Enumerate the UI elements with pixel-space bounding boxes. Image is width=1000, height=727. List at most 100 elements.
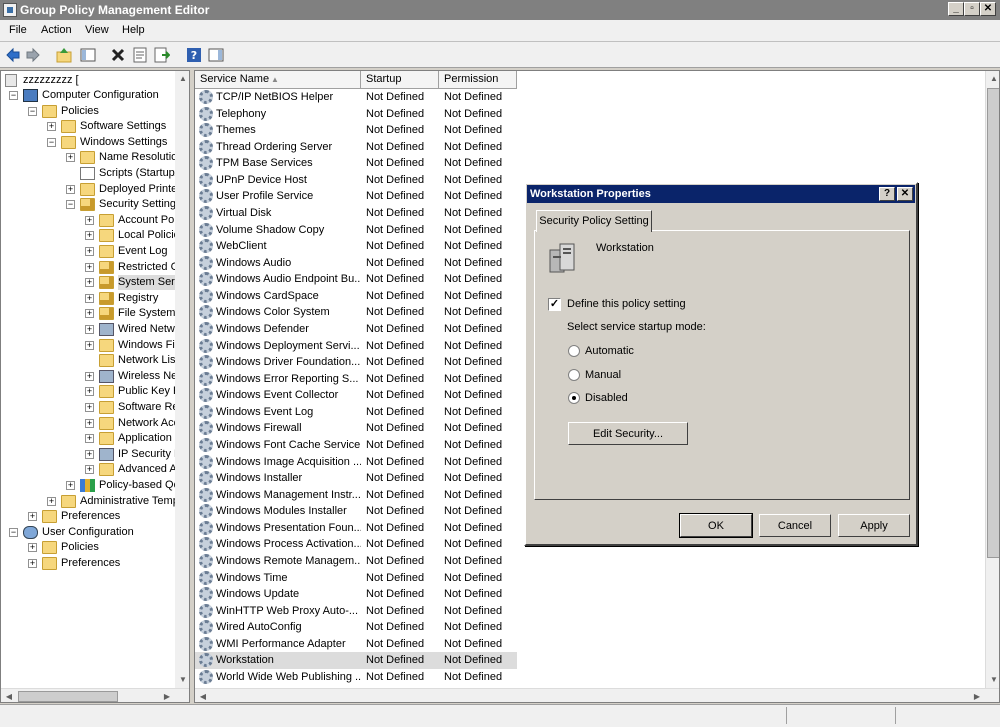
list-scroll-up-icon[interactable]: ▲	[986, 71, 999, 87]
service-row[interactable]: Windows Deployment Servi... Not Defined No…	[195, 338, 517, 355]
service-row[interactable]: Wired AutoConfig Not Defined Not Defined	[195, 619, 517, 636]
expand-icon[interactable]: +	[85, 387, 94, 397]
cancel-button[interactable]: Cancel	[759, 514, 831, 537]
tree-horizontal-scrollbar[interactable]: ◀ ▶	[1, 688, 189, 702]
expand-icon[interactable]: +	[85, 340, 94, 350]
service-row[interactable]: Windows Remote Managem... Not Defined Not …	[195, 553, 517, 570]
expand-icon[interactable]: +	[85, 247, 94, 256]
up-folder-icon[interactable]	[56, 47, 72, 63]
service-row[interactable]: Windows Defender Not Defined Not Defined	[195, 321, 517, 338]
dialog-help-button[interactable]: ?	[879, 187, 895, 201]
collapse-icon[interactable]: −	[66, 200, 75, 210]
collapse-icon[interactable]: −	[9, 527, 18, 537]
list-scroll-left-icon[interactable]: ◀	[195, 689, 211, 702]
radio-manual[interactable]	[568, 369, 580, 381]
scroll-right-icon[interactable]: ▶	[159, 689, 175, 702]
service-row[interactable]: Windows Font Cache Service Not Defined Not…	[195, 437, 517, 454]
expand-icon[interactable]: +	[28, 512, 37, 522]
service-row[interactable]: WebClient Not Defined Not Defined	[195, 238, 517, 255]
service-row[interactable]: Windows Installer Not Defined Not Defined	[195, 470, 517, 487]
maximize-button[interactable]: ▫	[964, 2, 980, 16]
expand-icon[interactable]: +	[85, 309, 94, 319]
delete-icon[interactable]	[110, 47, 126, 63]
expand-icon[interactable]: +	[28, 543, 37, 553]
service-row[interactable]: Windows Presentation Foun... Not Defined N…	[195, 520, 517, 537]
list-vertical-scrollbar[interactable]: ▲ ▼	[985, 71, 999, 688]
define-policy-checkbox[interactable]: ✓	[548, 298, 561, 311]
minimize-button[interactable]: _	[948, 2, 964, 16]
expand-icon[interactable]: +	[85, 418, 94, 428]
dialog-close-button[interactable]: ✕	[897, 187, 913, 201]
service-row[interactable]: Windows Image Acquisition ... Not Defined…	[195, 454, 517, 471]
menu-action[interactable]: Action	[41, 24, 72, 36]
column-permission[interactable]: Permission	[439, 71, 517, 89]
scroll-up-icon[interactable]: ▲	[175, 71, 189, 87]
expand-icon[interactable]: +	[28, 559, 37, 568]
service-row[interactable]: Windows Management Instr... Not Defined No…	[195, 487, 517, 504]
expand-icon[interactable]: +	[85, 325, 94, 334]
service-row[interactable]: Windows Time Not Defined Not Defined	[195, 570, 517, 587]
expand-icon[interactable]: +	[85, 403, 94, 412]
service-row[interactable]: Windows Firewall Not Defined Not Defined	[195, 420, 517, 437]
collapse-icon[interactable]: −	[28, 106, 37, 116]
service-row[interactable]: Windows Event Log Not Defined Not Defined	[195, 404, 517, 421]
service-row[interactable]: WMI Performance Adapter Not Defined Not De…	[195, 636, 517, 653]
service-row[interactable]: World Wide Web Publishing ... Not Defined…	[195, 669, 517, 686]
properties-icon[interactable]	[132, 47, 148, 63]
radio-disabled-label[interactable]: Disabled	[585, 392, 628, 404]
service-row[interactable]: Windows Color System Not Defined Not Defin…	[195, 304, 517, 321]
service-row[interactable]: Windows Modules Installer Not Defined Not …	[195, 503, 517, 520]
show-action-pane-icon[interactable]	[208, 47, 224, 63]
expand-icon[interactable]: +	[85, 262, 94, 272]
column-startup[interactable]: Startup	[361, 71, 439, 89]
service-row[interactable]: Workstation Not Defined Not Defined	[195, 652, 517, 669]
expand-icon[interactable]: +	[85, 434, 94, 444]
list-vscroll-thumb[interactable]	[987, 88, 999, 558]
expand-icon[interactable]: +	[47, 122, 56, 132]
expand-icon[interactable]: +	[85, 371, 94, 381]
service-row[interactable]: Themes Not Defined Not Defined	[195, 122, 517, 139]
expand-icon[interactable]: +	[85, 293, 94, 303]
menu-file[interactable]: File	[9, 24, 27, 36]
expand-icon[interactable]: +	[85, 449, 94, 459]
edit-security-button[interactable]: Edit Security...	[568, 422, 688, 445]
forward-arrow-icon[interactable]	[25, 47, 41, 63]
radio-manual-label[interactable]: Manual	[585, 369, 621, 381]
expand-icon[interactable]: +	[85, 465, 94, 475]
service-row[interactable]: UPnP Device Host Not Defined Not Defined	[195, 172, 517, 189]
service-row[interactable]: User Profile Service Not Defined Not Defin…	[195, 188, 517, 205]
help-icon[interactable]: ?	[186, 47, 202, 63]
expand-icon[interactable]: +	[66, 481, 75, 490]
expand-icon[interactable]: +	[66, 184, 75, 194]
service-row[interactable]: TPM Base Services Not Defined Not Defined	[195, 155, 517, 172]
list-scroll-down-icon[interactable]: ▼	[986, 672, 999, 688]
export-list-icon[interactable]	[154, 47, 170, 63]
tree-hscroll-thumb[interactable]	[18, 691, 118, 702]
tree-vertical-scrollbar[interactable]: ▲ ▼	[175, 71, 189, 688]
menu-help[interactable]: Help	[122, 24, 145, 36]
service-row[interactable]: Windows Process Activation... Not Defined…	[195, 536, 517, 553]
service-row[interactable]: Thread Ordering Server Not Defined Not Def…	[195, 139, 517, 156]
service-row[interactable]: TCP/IP NetBIOS Helper Not Defined Not Defi…	[195, 89, 517, 106]
service-row[interactable]: Windows Audio Endpoint Bu... Not Defined N…	[195, 271, 517, 288]
service-row[interactable]: Virtual Disk Not Defined Not Defined	[195, 205, 517, 222]
show-hide-tree-icon[interactable]	[80, 47, 96, 63]
service-row[interactable]: Volume Shadow Copy Not Defined Not Defined	[195, 222, 517, 239]
column-service-name[interactable]: Service Name ▲	[195, 71, 361, 89]
service-row[interactable]: WinHTTP Web Proxy Auto-... Not Defined Not…	[195, 603, 517, 620]
scroll-down-icon[interactable]: ▼	[175, 672, 189, 688]
service-row[interactable]: Windows Audio Not Defined Not Defined	[195, 255, 517, 272]
close-window-button[interactable]: ✕	[980, 2, 996, 16]
radio-automatic[interactable]	[568, 345, 580, 357]
radio-automatic-label[interactable]: Automatic	[585, 345, 634, 357]
menu-view[interactable]: View	[85, 24, 109, 36]
expand-icon[interactable]: +	[85, 215, 94, 225]
ok-button[interactable]: OK	[679, 513, 753, 538]
list-horizontal-scrollbar[interactable]: ◀ ▶	[195, 688, 999, 702]
service-row[interactable]: Windows CardSpace Not Defined Not Defined	[195, 288, 517, 305]
service-row[interactable]: Windows Update Not Defined Not Defined	[195, 586, 517, 603]
define-policy-label[interactable]: Define this policy setting	[567, 298, 686, 310]
scroll-left-icon[interactable]: ◀	[1, 689, 17, 702]
expand-icon[interactable]: +	[85, 231, 94, 241]
back-arrow-icon[interactable]	[5, 47, 21, 63]
